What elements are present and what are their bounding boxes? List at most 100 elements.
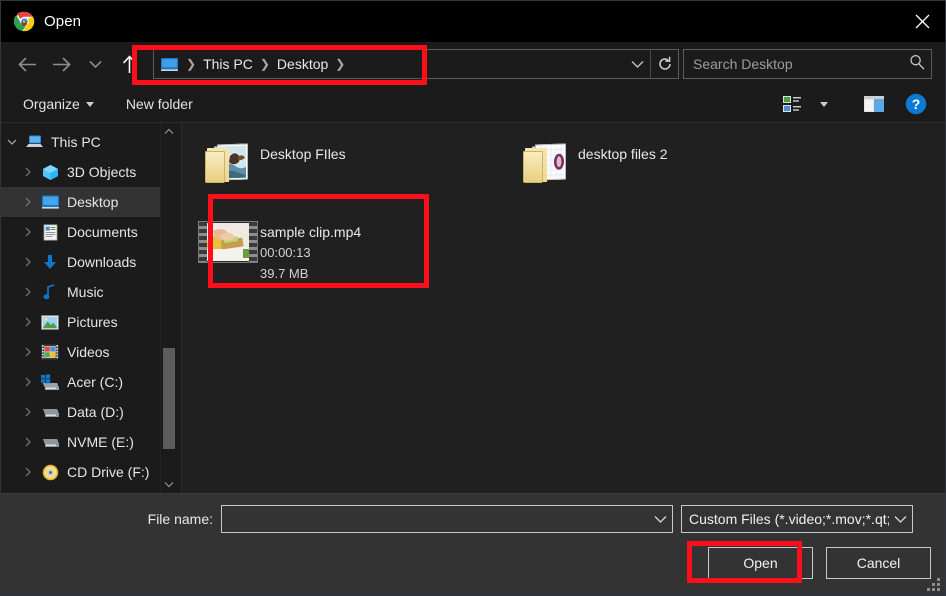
3d-objects-icon xyxy=(39,164,61,181)
chevron-right-icon[interactable] xyxy=(17,467,39,477)
caret-down-icon xyxy=(86,102,94,107)
file-name-row: File name: Custom Files (*.video;*.mov;*… xyxy=(1,505,945,533)
file-meta: sample clip.mp4 00:00:13 39.7 MB xyxy=(260,219,361,284)
sidebar-item-videos[interactable]: Videos xyxy=(1,337,177,367)
new-folder-button[interactable]: New folder xyxy=(116,86,203,122)
videos-icon xyxy=(39,344,61,360)
arrow-left-icon xyxy=(17,56,38,73)
computer-icon xyxy=(23,134,45,150)
chevron-right-icon[interactable] xyxy=(17,377,39,387)
sidebar-item-label: Downloads xyxy=(67,254,136,270)
folder-icon xyxy=(196,141,260,185)
arrow-up-icon xyxy=(122,55,137,74)
sidebar-item-nvme-e[interactable]: NVME (E:) xyxy=(1,427,177,457)
list-item[interactable]: sample clip.mp4 00:00:13 39.7 MB xyxy=(196,213,514,305)
dialog-body: This PC 3D Objects xyxy=(1,123,945,493)
sidebar-item-3d-objects[interactable]: 3D Objects xyxy=(1,157,177,187)
file-type-dropdown-button[interactable] xyxy=(889,515,912,524)
drive-icon xyxy=(39,406,61,419)
refresh-icon xyxy=(657,56,673,72)
sidebar-scrollbar[interactable] xyxy=(160,123,177,493)
close-button[interactable] xyxy=(899,1,945,42)
chevron-right-icon[interactable] xyxy=(17,287,39,297)
search-box[interactable] xyxy=(683,49,932,79)
chevron-right-icon[interactable] xyxy=(17,317,39,327)
music-icon xyxy=(39,284,61,301)
breadcrumb-separator: ❯ xyxy=(184,57,198,71)
scroll-down-button[interactable] xyxy=(161,476,177,493)
address-bar[interactable]: ❯ This PC ❯ Desktop ❯ xyxy=(153,49,679,79)
breadcrumb-separator: ❯ xyxy=(258,57,272,71)
sidebar-item-label: NVME (E:) xyxy=(67,434,134,450)
sidebar-item-documents[interactable]: Documents xyxy=(1,217,177,247)
open-button[interactable]: Open xyxy=(708,547,813,579)
command-bar: Organize New folder xyxy=(1,86,945,123)
file-size: 39.7 MB xyxy=(260,263,361,284)
forward-button[interactable] xyxy=(44,47,78,81)
scrollbar-thumb[interactable] xyxy=(163,348,175,449)
open-file-dialog: Open xyxy=(0,0,946,596)
chevron-down-icon xyxy=(164,481,174,488)
scroll-up-button[interactable] xyxy=(161,123,177,140)
chevron-up-icon xyxy=(164,128,174,135)
sidebar-item-label: Music xyxy=(67,284,104,300)
sidebar-item-desktop[interactable]: Desktop xyxy=(1,187,177,217)
file-name: Desktop FIles xyxy=(260,145,346,164)
chevron-right-icon[interactable] xyxy=(17,197,39,207)
sidebar-item-data-d[interactable]: Data (D:) xyxy=(1,397,177,427)
file-name: desktop files 2 xyxy=(578,145,668,164)
back-button[interactable] xyxy=(10,47,44,81)
address-bar-controls xyxy=(624,50,678,78)
breadcrumb-item-desktop[interactable]: Desktop xyxy=(272,50,333,78)
chevron-right-icon[interactable] xyxy=(17,257,39,267)
recent-locations-button[interactable] xyxy=(78,47,112,81)
chevron-right-icon[interactable] xyxy=(17,407,39,417)
resize-grip-icon[interactable] xyxy=(927,578,941,592)
file-list-view[interactable]: Desktop FIles xyxy=(181,123,945,493)
sidebar-item-label: Documents xyxy=(67,224,138,240)
sidebar-item-downloads[interactable]: Downloads xyxy=(1,247,177,277)
windows-drive-icon xyxy=(39,374,61,391)
chevron-right-icon[interactable] xyxy=(17,437,39,447)
dialog-footer: File name: Custom Files (*.video;*.mov;*… xyxy=(1,493,945,595)
list-item[interactable]: desktop files 2 xyxy=(514,135,832,213)
list-item[interactable]: Desktop FIles xyxy=(196,135,514,213)
file-name-dropdown-button[interactable] xyxy=(648,515,672,524)
view-mode-dropdown-button[interactable] xyxy=(809,90,839,118)
sidebar-item-this-pc[interactable]: This PC xyxy=(1,127,177,157)
preview-pane-button[interactable] xyxy=(859,90,889,118)
chevron-down-icon xyxy=(894,515,907,524)
view-mode-button[interactable] xyxy=(777,90,807,118)
chevron-right-icon[interactable] xyxy=(17,347,39,357)
help-button[interactable]: ? xyxy=(901,90,931,118)
chevron-right-icon[interactable] xyxy=(17,167,39,177)
search-icon xyxy=(909,54,925,75)
breadcrumb-separator[interactable]: ❯ xyxy=(333,57,347,71)
file-name-input[interactable] xyxy=(222,511,648,527)
file-name: sample clip.mp4 xyxy=(260,223,361,242)
up-button[interactable] xyxy=(112,47,146,81)
sidebar-item-label: CD Drive (F:) xyxy=(67,464,149,480)
this-pc-icon xyxy=(160,55,182,73)
file-duration: 00:00:13 xyxy=(260,242,361,263)
file-type-filter[interactable]: Custom Files (*.video;*.mov;*.qt; xyxy=(681,505,913,533)
search-input[interactable] xyxy=(693,56,909,72)
sidebar-item-label: Data (D:) xyxy=(67,404,124,420)
cancel-button[interactable]: Cancel xyxy=(826,547,931,579)
breadcrumb-item-this-pc[interactable]: This PC xyxy=(198,50,258,78)
folder-icon xyxy=(514,141,578,185)
sidebar-item-acer-c[interactable]: Acer (C:) xyxy=(1,367,177,397)
scrollbar-track[interactable] xyxy=(161,140,177,476)
sidebar-item-label: This PC xyxy=(51,134,101,150)
chevron-down-icon xyxy=(89,60,102,69)
address-dropdown-button[interactable] xyxy=(624,60,650,69)
chevron-right-icon[interactable] xyxy=(17,227,39,237)
refresh-button[interactable] xyxy=(650,50,678,78)
sidebar-item-cd-drive-f[interactable]: CD Drive (F:) xyxy=(1,457,177,487)
chevron-down-icon[interactable] xyxy=(1,138,23,146)
sidebar-item-pictures[interactable]: Pictures xyxy=(1,307,177,337)
file-name-field[interactable] xyxy=(221,505,673,533)
documents-icon xyxy=(39,224,61,241)
organize-button[interactable]: Organize xyxy=(13,86,104,122)
sidebar-item-music[interactable]: Music xyxy=(1,277,177,307)
